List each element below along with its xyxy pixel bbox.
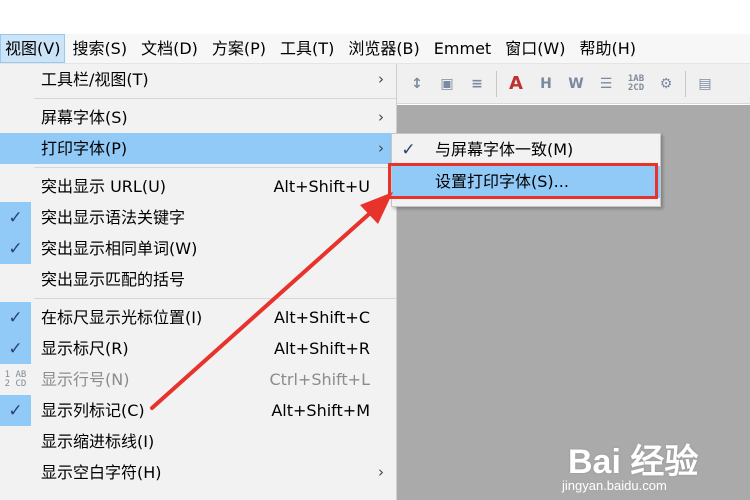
menu-item-label: 屏幕字体(S) <box>41 108 128 127</box>
menu-view[interactable]: 视图(V) <box>0 34 66 63</box>
watermark-url: jingyan.baidu.com <box>562 478 667 493</box>
insert-image-icon[interactable]: ▣ <box>435 72 459 96</box>
menu-item-label: 工具栏/视图(T) <box>41 70 149 89</box>
menu-item-label: 显示标尺(R) <box>41 339 129 358</box>
watermark-logo-text: Bai 经验 <box>568 443 699 481</box>
char-map-icon[interactable]: ↕ <box>405 72 429 96</box>
menu-item-label: 突出显示语法关键字 <box>41 208 186 227</box>
menu-item-highlight-same-word[interactable]: ✓ 突出显示相同单词(W) <box>0 233 396 264</box>
menu-search[interactable]: 搜索(S) <box>65 34 134 63</box>
menu-emmet[interactable]: Emmet <box>427 34 498 63</box>
menu-item-shortcut: Alt+Shift+R <box>274 339 370 358</box>
menu-item-label: 打印字体(P) <box>41 139 128 158</box>
toolbar: ↕ ▣ ≡ A H W ☰ 1AB 2CD ⚙ ▤ <box>396 64 750 104</box>
menu-item-shortcut: Ctrl+Shift+L <box>269 370 370 389</box>
window-top-strip <box>0 0 750 34</box>
menu-item-screen-font[interactable]: 屏幕字体(S) › <box>0 102 396 133</box>
menu-item-print-font[interactable]: 打印字体(P) › <box>0 133 396 164</box>
check-icon: ✓ <box>0 333 31 364</box>
submenu-arrow-icon: › <box>378 108 384 126</box>
baidu-jingyan-watermark: Bai 经验 jingyan.baidu.com <box>550 420 750 500</box>
menu-item-label: 突出显示匹配的括号 <box>41 270 186 289</box>
check-icon: ✓ <box>0 302 31 333</box>
menu-tools[interactable]: 工具(T) <box>273 34 341 63</box>
line-numbers-icon: 1 AB 2 CD <box>4 369 27 389</box>
toolbar-separator <box>685 70 686 97</box>
submenu-item-same-as-screen[interactable]: ✓ 与屏幕字体一致(M) <box>392 134 660 166</box>
menu-item-show-whitespace[interactable]: 显示空白字符(H) › <box>0 457 396 488</box>
menu-item-label: 显示行号(N) <box>41 370 130 389</box>
menu-item-show-ruler[interactable]: ✓ 显示标尺(R) Alt+Shift+R <box>0 333 396 364</box>
menu-item-highlight-syntax[interactable]: ✓ 突出显示语法关键字 <box>0 202 396 233</box>
menu-document[interactable]: 文档(D) <box>134 34 205 63</box>
menu-item-highlight-brackets[interactable]: 突出显示匹配的括号 <box>0 264 396 295</box>
menu-item-shortcut: Alt+Shift+M <box>271 401 370 420</box>
submenu-item-set-print-font[interactable]: 设置打印字体(S)... <box>392 166 660 198</box>
check-icon: ✓ <box>0 202 31 233</box>
menu-scheme[interactable]: 方案(P) <box>205 34 273 63</box>
outline-icon[interactable]: ≡ <box>465 72 489 96</box>
menu-help[interactable]: 帮助(H) <box>573 34 644 63</box>
menu-item-shortcut: Alt+Shift+C <box>273 308 370 327</box>
submenu-arrow-icon: › <box>378 463 384 481</box>
menu-window[interactable]: 窗口(W) <box>498 34 572 63</box>
menu-item-show-indent-guides[interactable]: 显示缩进标线(I) <box>0 426 396 457</box>
font-icon[interactable]: A <box>504 72 528 96</box>
menu-item-ruler-cursor[interactable]: ✓ 在标尺显示光标位置(I) Alt+Shift+C <box>0 302 396 333</box>
menu-item-label: 显示列标记(C) <box>41 401 145 420</box>
menu-item-label: 突出显示相同单词(W) <box>41 239 198 258</box>
menu-bar: 视图(V) 搜索(S) 文档(D) 方案(P) 工具(T) 浏览器(B) Emm… <box>0 34 750 64</box>
menu-separator <box>34 98 396 99</box>
settings-gear-icon[interactable]: ⚙ <box>654 72 678 96</box>
menu-browser[interactable]: 浏览器(B) <box>341 34 426 63</box>
menu-item-toolbar-view[interactable]: 工具栏/视图(T) › <box>0 64 396 95</box>
heading-icon[interactable]: H <box>534 72 558 96</box>
menu-item-highlight-url[interactable]: 突出显示 URL(U) Alt+Shift+U <box>0 171 396 202</box>
menu-item-label: 突出显示 URL(U) <box>41 177 167 196</box>
panel-icon[interactable]: ▤ <box>693 72 717 96</box>
toolbar-separator <box>496 70 497 97</box>
print-font-submenu: ✓ 与屏幕字体一致(M) 设置打印字体(S)... <box>391 133 661 207</box>
submenu-item-label: 与屏幕字体一致(M) <box>435 140 574 159</box>
submenu-arrow-icon: › <box>378 70 384 88</box>
check-icon: ✓ <box>0 395 31 426</box>
menu-item-label: 显示空白字符(H) <box>41 463 162 482</box>
align-icon[interactable]: ☰ <box>594 72 618 96</box>
submenu-item-label: 设置打印字体(S)... <box>435 172 569 191</box>
menu-separator <box>34 298 396 299</box>
check-icon: ✓ <box>401 140 416 160</box>
view-menu-dropdown: 工具栏/视图(T) › 屏幕字体(S) › 打印字体(P) › 突出显示 URL… <box>0 64 397 500</box>
menu-item-label: 显示缩进标线(I) <box>41 432 155 451</box>
check-icon: ✓ <box>0 233 31 264</box>
submenu-arrow-icon: › <box>378 139 384 157</box>
menu-separator <box>34 167 396 168</box>
line-numbers-icon[interactable]: 1AB 2CD <box>624 72 648 96</box>
menu-item-show-column-marker[interactable]: ✓ 显示列标记(C) Alt+Shift+M <box>0 395 396 426</box>
menu-item-label: 在标尺显示光标位置(I) <box>41 308 203 327</box>
word-wrap-icon[interactable]: W <box>564 72 588 96</box>
menu-item-show-line-numbers[interactable]: 1 AB 2 CD 显示行号(N) Ctrl+Shift+L <box>0 364 396 395</box>
menu-item-shortcut: Alt+Shift+U <box>273 177 370 196</box>
